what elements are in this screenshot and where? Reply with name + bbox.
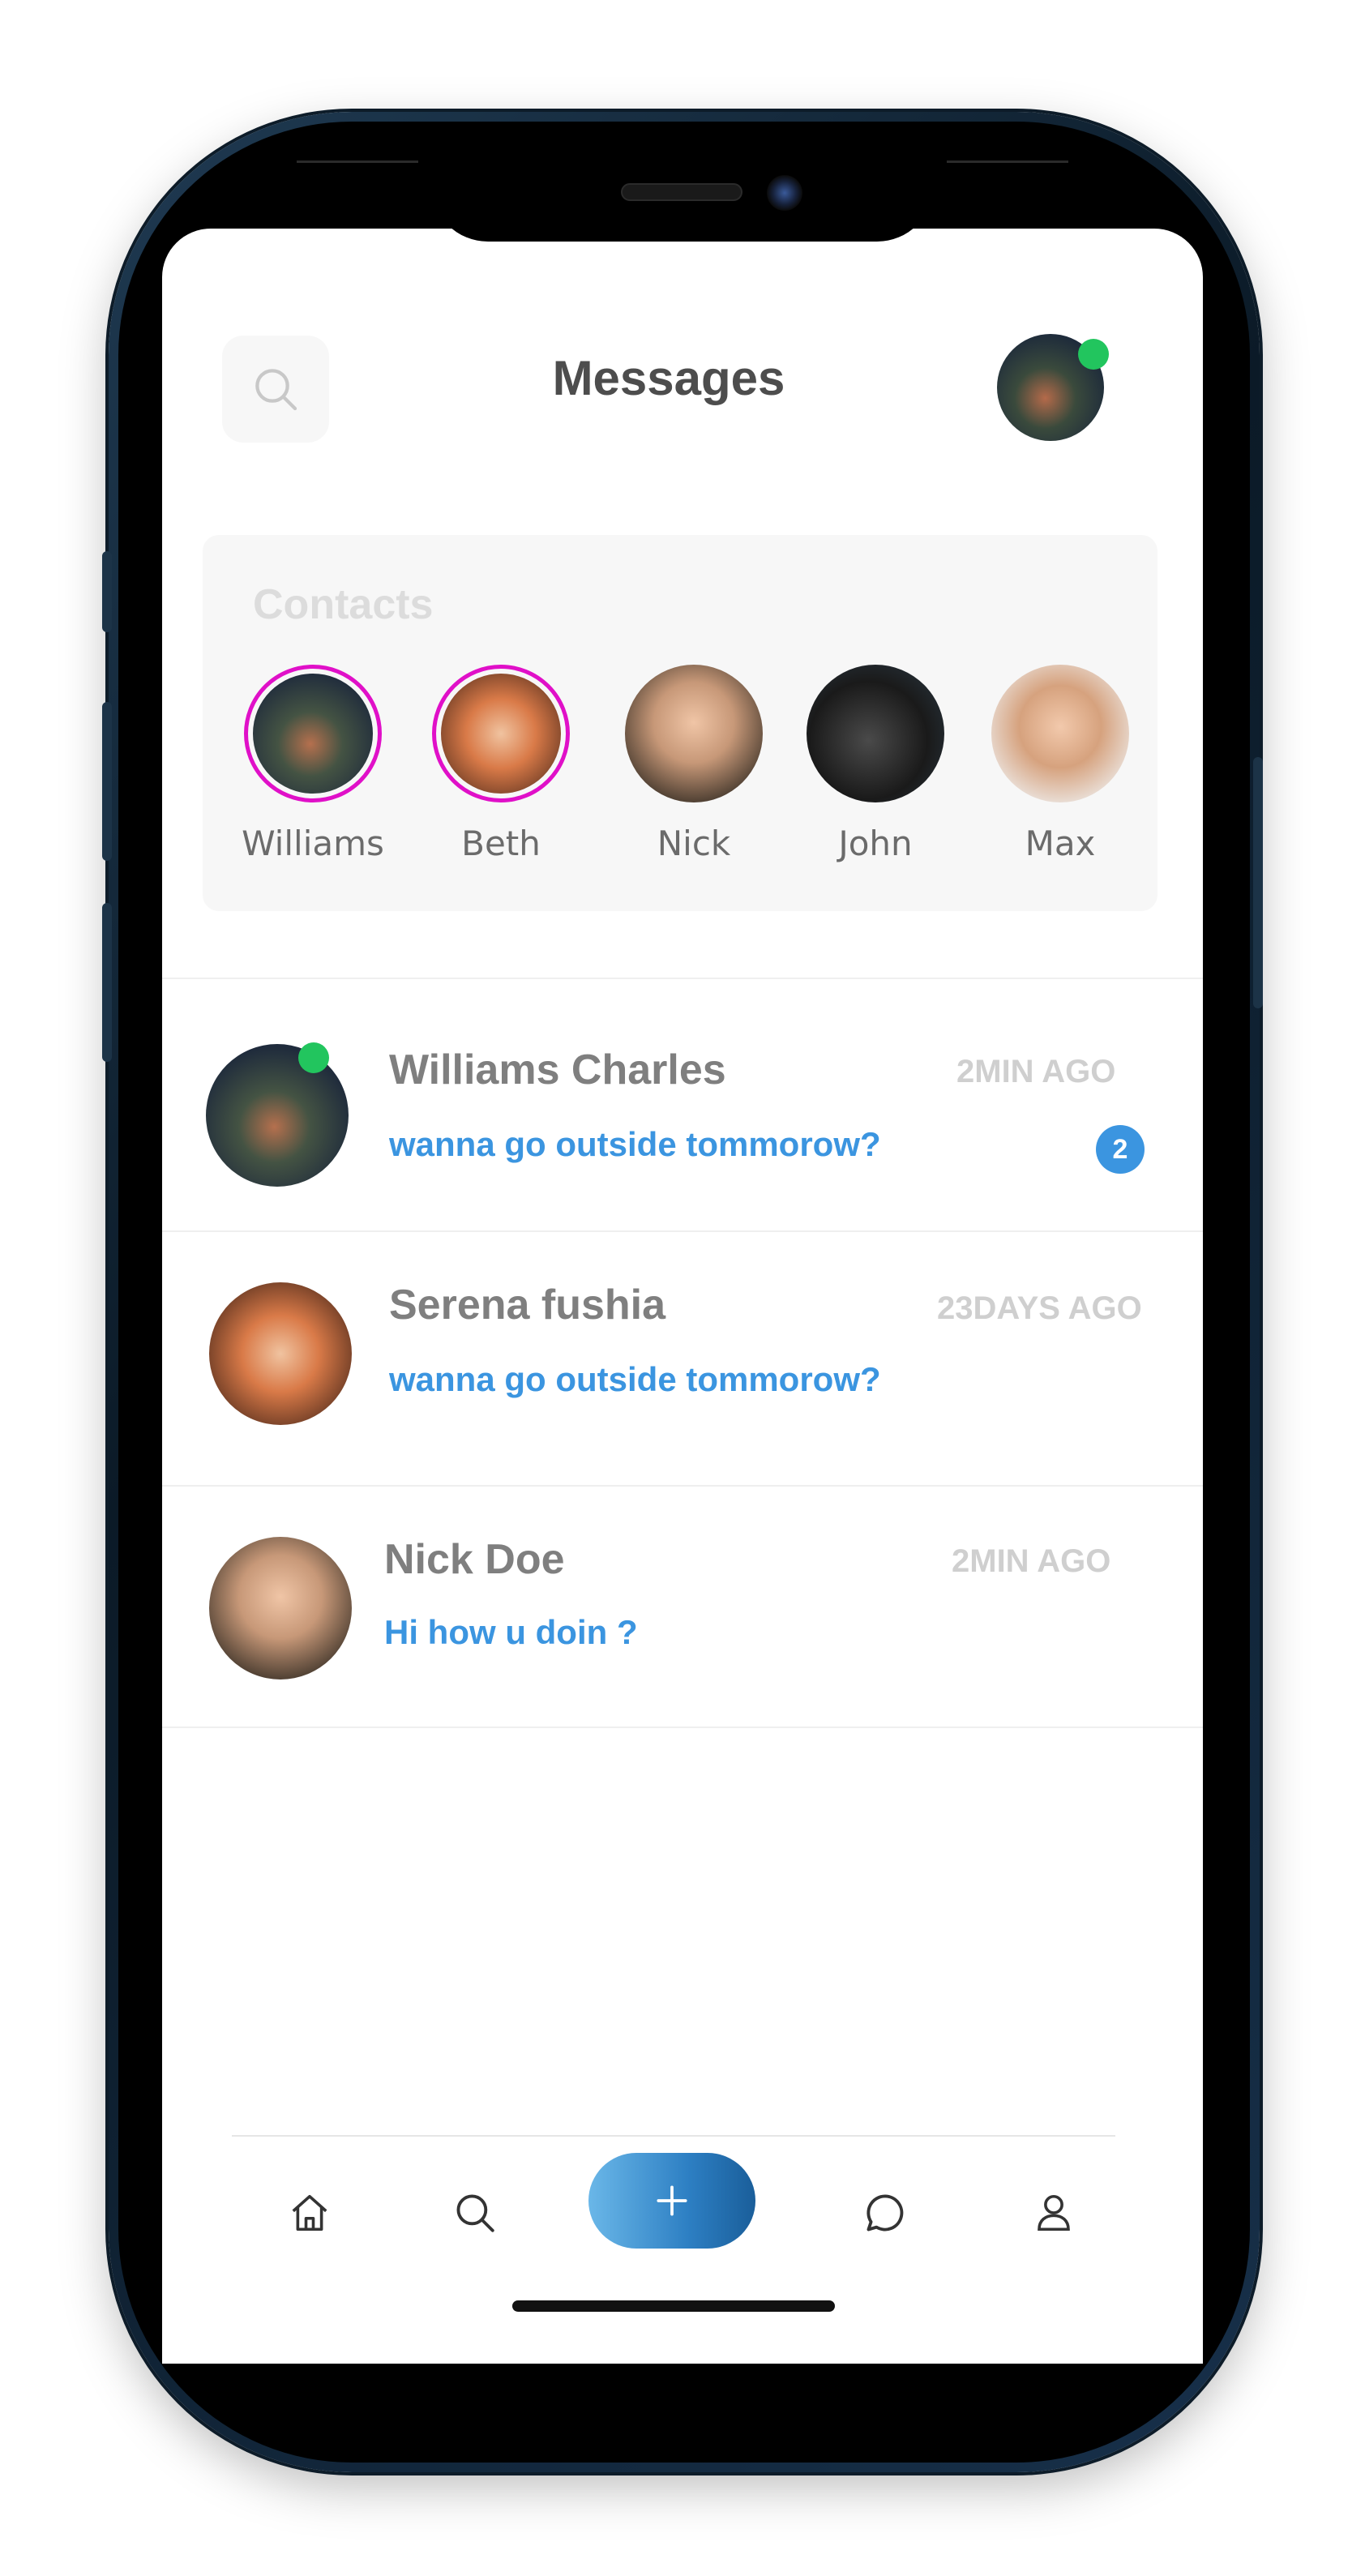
profile-icon xyxy=(1038,2194,1070,2232)
contact-john[interactable]: John xyxy=(794,665,956,863)
divider xyxy=(162,1727,1203,1728)
search-icon xyxy=(255,369,297,411)
conversation-name: Nick Doe xyxy=(384,1536,565,1583)
antenna-line-right xyxy=(947,160,1068,163)
conversation-preview: wanna go outside tommorow? xyxy=(389,1360,881,1398)
contact-name: Nick xyxy=(657,824,731,863)
conversation-preview: wanna go outside tommorow? xyxy=(389,1125,881,1163)
search-button[interactable] xyxy=(222,336,329,443)
volume-up-button xyxy=(102,702,112,861)
contact-name: Max xyxy=(1025,824,1096,863)
contact-max[interactable]: Max xyxy=(979,665,1141,863)
front-camera xyxy=(767,175,802,211)
contacts-panel: Contacts Williams Beth Nick John Max xyxy=(203,535,1157,911)
page-title: Messages xyxy=(552,351,785,405)
plus-icon xyxy=(657,2185,687,2216)
nav-search[interactable] xyxy=(443,2180,507,2245)
earpiece-speaker xyxy=(621,183,742,201)
conversation-name: Serena fushia xyxy=(389,1282,666,1329)
chat-icon xyxy=(866,2194,904,2232)
conversation-item[interactable]: Serena fushia 23DAYS AGO wanna go outsid… xyxy=(162,1232,1203,1488)
conversation-time: 2MIN AGO xyxy=(956,1054,1116,1089)
contact-name: John xyxy=(838,824,913,863)
conversation-name: Williams Charles xyxy=(389,1046,726,1093)
contact-name: Williams xyxy=(242,824,384,863)
contact-avatar xyxy=(244,665,382,802)
new-message-button[interactable] xyxy=(588,2153,755,2249)
home-indicator xyxy=(512,2300,835,2312)
user-online-indicator xyxy=(1078,339,1109,370)
nav-chat[interactable] xyxy=(853,2180,918,2245)
nav-profile[interactable] xyxy=(1021,2180,1086,2245)
contact-avatar xyxy=(625,665,763,802)
contact-avatar xyxy=(432,665,570,802)
conversation-time: 2MIN AGO xyxy=(952,1543,1111,1579)
conversation-avatar xyxy=(206,1044,349,1187)
home-icon xyxy=(292,2194,327,2232)
conversation-item[interactable]: Nick Doe 2MIN AGO Hi how u doin ? xyxy=(162,1487,1203,1743)
contact-beth[interactable]: Beth xyxy=(420,665,582,863)
volume-down-button xyxy=(102,903,112,1062)
app-screen: Messages Contacts Williams Beth Nick Joh… xyxy=(162,229,1203,2364)
online-indicator xyxy=(298,1042,329,1073)
conversation-item[interactable]: Williams Charles 2MIN AGO wanna go outsi… xyxy=(162,979,1203,1235)
conversation-avatar xyxy=(209,1537,352,1680)
contact-williams[interactable]: Williams xyxy=(232,665,394,863)
conversation-time: 23DAYS AGO xyxy=(937,1290,1142,1326)
unread-badge: 2 xyxy=(1096,1125,1145,1174)
silent-switch xyxy=(102,551,112,632)
phone-notch xyxy=(431,122,934,242)
contact-name: Beth xyxy=(461,824,541,863)
nav-home[interactable] xyxy=(277,2180,342,2245)
contacts-title: Contacts xyxy=(253,581,434,628)
contact-avatar xyxy=(991,665,1129,802)
contact-nick[interactable]: Nick xyxy=(613,665,775,863)
search-icon xyxy=(456,2194,494,2232)
power-button xyxy=(1253,757,1263,1008)
bottom-nav-divider xyxy=(232,2135,1115,2137)
conversation-preview: Hi how u doin ? xyxy=(384,1613,638,1651)
contact-avatar xyxy=(807,665,944,802)
conversation-avatar xyxy=(209,1282,352,1425)
antenna-line-left xyxy=(297,160,418,163)
